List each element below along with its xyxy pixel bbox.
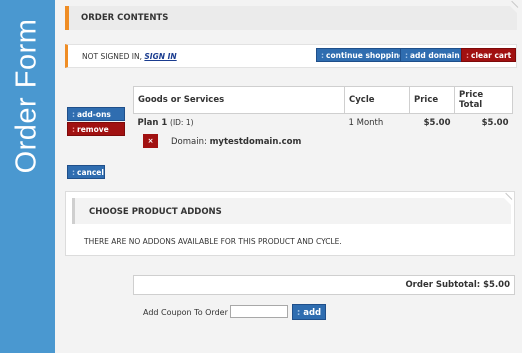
cart-table-header: Goods or Services Cycle Price Price Tota… bbox=[133, 86, 513, 114]
order-subtotal: Order Subtotal: $5.00 bbox=[405, 280, 510, 290]
remove-domain-button[interactable]: × bbox=[143, 134, 158, 148]
add-coupon-button[interactable]: : add bbox=[292, 304, 326, 320]
item-id: (ID: 1) bbox=[170, 118, 194, 127]
signin-link[interactable]: SIGN IN bbox=[144, 52, 176, 61]
table-row: Plan 1 (ID: 1) 1 Month $5.00 $5.00 bbox=[134, 114, 513, 133]
clear-cart-label: clear cart bbox=[471, 51, 512, 60]
column-cycle: Cycle bbox=[344, 86, 410, 114]
cancel-button[interactable]: : cancel bbox=[67, 165, 105, 179]
signin-status: NOT SIGNED IN, SIGN IN bbox=[82, 52, 177, 61]
subtotal-value: $5.00 bbox=[483, 280, 510, 290]
domain-prefix: Domain: bbox=[171, 137, 207, 147]
order-contents-header: ORDER CONTENTS bbox=[65, 0, 519, 30]
column-price: Price bbox=[409, 86, 455, 114]
remove-button[interactable]: : remove bbox=[67, 122, 125, 136]
addons-label: add-ons bbox=[77, 110, 111, 119]
add-domain-button[interactable]: : add domain bbox=[400, 48, 465, 62]
item-cycle: 1 Month bbox=[348, 118, 384, 128]
sidebar: Order Form bbox=[0, 0, 55, 353]
coupon-input[interactable] bbox=[230, 305, 288, 318]
addons-box: CHOOSE PRODUCT ADDONS THERE ARE NO ADDON… bbox=[65, 191, 515, 256]
clear-cart-button[interactable]: : clear cart bbox=[461, 48, 517, 62]
addons-button[interactable]: : add-ons bbox=[67, 107, 125, 121]
continue-shopping-button[interactable]: : continue shopping bbox=[316, 48, 410, 62]
coupon-label: Add Coupon To Order bbox=[143, 308, 228, 317]
order-panel: ORDER CONTENTS NOT SIGNED IN, SIGN IN :c… bbox=[55, 0, 522, 353]
item-name: Plan 1 bbox=[137, 118, 168, 128]
item-total: $5.00 bbox=[481, 118, 509, 128]
item-name-cell: Plan 1 (ID: 1) bbox=[134, 114, 345, 133]
addons-title: CHOOSE PRODUCT ADDONS bbox=[89, 207, 222, 217]
add-domain-label: add domain bbox=[410, 51, 460, 60]
domain-line: Domain: mytestdomain.com bbox=[171, 137, 301, 147]
cancel-label: cancel bbox=[77, 168, 104, 177]
continue-shopping-label: continue shopping bbox=[326, 51, 405, 60]
column-goods: Goods or Services bbox=[133, 86, 345, 114]
sidebar-title: Order Form bbox=[10, 18, 43, 174]
signin-prefix: NOT SIGNED IN, bbox=[82, 52, 145, 61]
addons-header: CHOOSE PRODUCT ADDONS bbox=[72, 192, 513, 224]
signin-bar: NOT SIGNED IN, SIGN IN : continue shoppin… bbox=[65, 44, 517, 68]
subtotal-label: Order Subtotal: bbox=[405, 280, 481, 290]
column-price-total: Price Total bbox=[454, 86, 513, 114]
close-icon: × bbox=[147, 137, 154, 145]
item-price: $5.00 bbox=[423, 118, 451, 128]
cart-table: Goods or Services Cycle Price Price Tota… bbox=[133, 86, 513, 132]
order-subtotal-bar: Order Subtotal: $5.00 bbox=[133, 275, 515, 295]
add-coupon-label: add bbox=[303, 308, 322, 318]
addons-message: THERE ARE NO ADDONS AVAILABLE FOR THIS P… bbox=[84, 237, 342, 246]
remove-label: remove bbox=[77, 125, 109, 134]
domain-name: mytestdomain.com bbox=[209, 137, 302, 147]
page-title: ORDER CONTENTS bbox=[81, 13, 169, 23]
